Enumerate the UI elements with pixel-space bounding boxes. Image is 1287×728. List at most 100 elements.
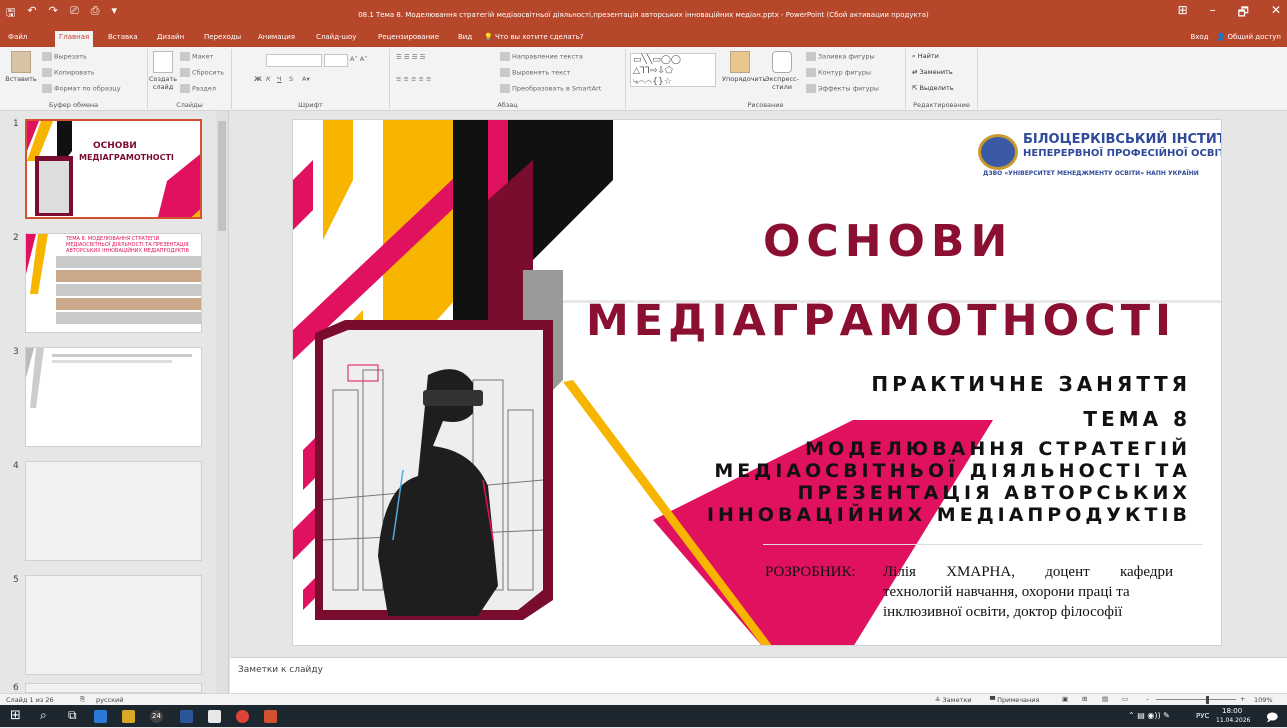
thumb-slide-4[interactable]	[25, 461, 202, 561]
ribbon-display-icon[interactable]: ⊞	[1178, 3, 1188, 24]
font-size-combo[interactable]	[324, 54, 348, 67]
paste-button[interactable]: Вставить	[4, 51, 38, 83]
bullets-icon[interactable]: ☰ ☰ ☰ ☰	[396, 53, 426, 61]
restore-button[interactable]: 🗗	[1238, 3, 1249, 24]
share-button[interactable]: 👤 Общий доступ	[1217, 33, 1281, 41]
search-icon[interactable]: ⌕	[40, 708, 47, 723]
divider-line	[763, 544, 1203, 545]
thumb-slide-6[interactable]	[25, 683, 202, 693]
tab-home[interactable]: Главная	[55, 31, 94, 47]
clock-date[interactable]: 11.04.2026	[1216, 717, 1250, 724]
tab-slideshow[interactable]: Слайд-шоу	[316, 33, 356, 41]
comments-toggle[interactable]: ▀ Примечания	[990, 696, 1039, 704]
align-text-button[interactable]: Выровнять текст	[500, 68, 570, 77]
slideshow-view-icon[interactable]: ▭	[1122, 695, 1128, 703]
normal-view-icon[interactable]: ▣	[1062, 695, 1068, 703]
input-language[interactable]: РУС	[1196, 712, 1209, 720]
slide-counter: Слайд 1 из 26	[6, 696, 54, 704]
select-button[interactable]: ⇱ Выделить	[912, 84, 954, 92]
slide-canvas[interactable]: БІЛОЦЕРКІВСЬКИЙ ІНСТИТУТ НЕПЕРЕРВНОЇ ПРО…	[292, 119, 1222, 646]
thumb-slide-1[interactable]: ОСНОВИ МЕДІАГРАМОТНОСТІ	[25, 119, 202, 219]
new-slide-icon	[153, 51, 173, 73]
thumb-3-graphic	[26, 348, 192, 408]
close-button[interactable]: ✕	[1271, 3, 1281, 24]
font-color-icon[interactable]: A▾	[302, 75, 310, 83]
smartart-button[interactable]: Преобразовать в SmartArt	[500, 84, 601, 93]
arrange-button[interactable]: Упорядочить	[722, 51, 766, 83]
new-slide-button[interactable]: Создать слайд	[148, 51, 178, 91]
tab-animations[interactable]: Анимация	[258, 33, 295, 41]
font-name-combo[interactable]	[266, 54, 322, 67]
tab-transitions[interactable]: Переходы	[204, 33, 241, 41]
font-grow-icon[interactable]: A˄ A˅	[350, 55, 367, 63]
thumb-slide-2[interactable]: ТЕМА 8. МОДЕЛЮВАННЯ СТРАТЕГІЙ МЕДІАОСВІТ…	[25, 233, 202, 333]
notification-badge-app[interactable]: 24	[150, 710, 163, 723]
sorter-view-icon[interactable]: ⊞	[1082, 695, 1087, 703]
notes-pane[interactable]: Заметки к слайду	[230, 657, 1287, 693]
language-indicator[interactable]: русский	[96, 696, 124, 704]
task-view-icon[interactable]: ⧉	[68, 708, 77, 723]
zoom-out-button[interactable]: –	[1146, 695, 1149, 703]
app-icon[interactable]	[94, 710, 107, 723]
start-icon[interactable]: ⊞	[10, 708, 21, 723]
copy-icon	[42, 68, 52, 77]
find-button[interactable]: ⌕ Найти	[912, 52, 939, 61]
tab-design[interactable]: Дизайн	[157, 33, 184, 41]
tray-icons[interactable]: ⌃ ▤ ◉)) ✎	[1128, 711, 1170, 720]
zoom-level[interactable]: 109%	[1254, 696, 1273, 704]
format-painter-button[interactable]: Формат по образцу	[42, 84, 121, 93]
tab-file[interactable]: Файл	[8, 33, 27, 41]
signin-link[interactable]: Вход	[1190, 33, 1208, 41]
effects-icon	[806, 84, 816, 93]
powerpoint-icon[interactable]	[264, 710, 277, 723]
tab-review[interactable]: Рецензирование	[378, 33, 439, 41]
thumbnails-scrollbar[interactable]	[216, 111, 228, 693]
thumb-number: 3	[13, 347, 19, 357]
file-explorer-icon[interactable]	[122, 710, 135, 723]
scrollbar-thumb[interactable]	[218, 121, 226, 231]
notepad-icon[interactable]	[208, 710, 221, 723]
text-direction-button[interactable]: Направление текста	[500, 52, 583, 61]
shape-effects-button[interactable]: Эффекты фигуры	[806, 84, 879, 93]
align-icon[interactable]: ≡ ≡ ≡ ≡ ≡	[396, 75, 432, 83]
tab-view[interactable]: Вид	[458, 33, 472, 41]
tell-me-search[interactable]: 💡 Что вы хотите сделать?	[484, 33, 584, 41]
quick-styles-icon	[772, 51, 792, 73]
zoom-slider-handle[interactable]	[1206, 696, 1209, 704]
notification-center-icon[interactable]: 🗩	[1266, 709, 1278, 728]
cursor-icon: ⇱	[912, 84, 920, 92]
notes-toggle[interactable]: ≙ Заметки	[935, 696, 972, 704]
quick-styles-button[interactable]: Экспресс-стили	[762, 51, 802, 91]
spellcheck-icon[interactable]: ⎘	[80, 695, 85, 704]
group-label-paragraph: Абзац	[497, 101, 518, 109]
group-label-editing: Редактирование	[913, 101, 970, 109]
thumb-number: 4	[13, 461, 19, 471]
underline-button[interactable]: Ч	[277, 75, 281, 83]
reading-view-icon[interactable]: ▤	[1102, 695, 1108, 703]
reset-button[interactable]: Сбросить	[180, 68, 224, 77]
slide-editor: БІЛОЦЕРКІВСЬКИЙ ІНСТИТУТ НЕПЕРЕРВНОЇ ПРО…	[230, 111, 1287, 657]
author-line-3: інклюзивної освіти, доктор філософії	[883, 604, 1123, 620]
author-line-1: Лілія ХМАРНА, доцент кафедри	[883, 564, 1173, 580]
replace-button[interactable]: ⇄ Заменить	[912, 68, 953, 76]
zoom-in-button[interactable]: +	[1240, 695, 1245, 703]
thumb-slide-5[interactable]	[25, 575, 202, 675]
group-editing: ⌕ Найти ⇄ Заменить ⇱ Выделить Редактиров…	[906, 49, 978, 109]
section-button[interactable]: Раздел	[180, 84, 216, 93]
layout-button[interactable]: Макет	[180, 52, 213, 61]
shadow-button[interactable]: S	[289, 75, 293, 83]
italic-button[interactable]: К	[266, 75, 271, 83]
chrome-icon[interactable]	[236, 710, 249, 723]
clock-time[interactable]: 18:00	[1222, 707, 1242, 715]
word-icon[interactable]	[180, 710, 193, 723]
cut-button[interactable]: Вырезать	[42, 52, 87, 61]
minimize-button[interactable]: –	[1210, 3, 1216, 24]
tab-insert[interactable]: Вставка	[108, 33, 138, 41]
copy-button[interactable]: Копировать	[42, 68, 95, 77]
shape-outline-button[interactable]: Контур фигуры	[806, 68, 871, 77]
shape-fill-button[interactable]: Заливка фигуры	[806, 52, 875, 61]
thumb-slide-3[interactable]	[25, 347, 202, 447]
shapes-gallery[interactable]: ▭╲╲▭◯◯ △⅂⅂⇨⇩⬠ ⤷⌒⌒{}☆	[630, 53, 716, 87]
zoom-slider[interactable]	[1156, 699, 1236, 700]
bold-button[interactable]: Ж	[254, 75, 262, 83]
